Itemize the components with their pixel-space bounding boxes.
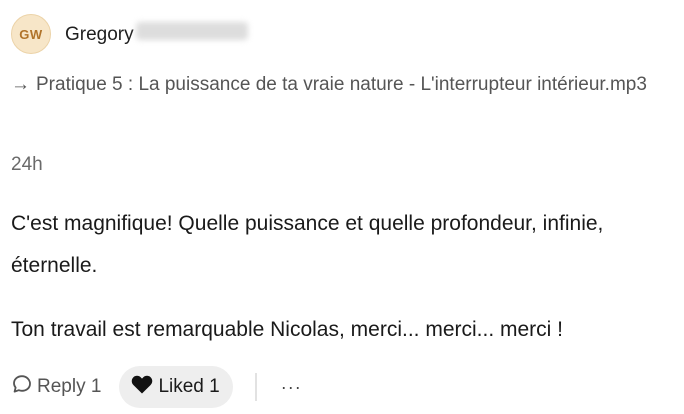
comment-card: GW Gregory → Pratique 5 : La puissance de… <box>0 0 684 414</box>
source-link[interactable]: → Pratique 5 : La puissance de ta vraie n… <box>11 64 671 106</box>
author-first-name[interactable]: Gregory <box>65 24 134 45</box>
comment-header: GW Gregory <box>11 14 248 54</box>
author-last-name-redacted <box>135 22 248 40</box>
liked-label: Liked <box>158 376 204 397</box>
reply-button[interactable]: Reply 1 <box>11 373 101 401</box>
like-count: 1 <box>209 376 220 397</box>
heart-icon <box>130 373 158 401</box>
comment-body: C'est magnifique! Quelle puissance et qu… <box>11 203 676 373</box>
speech-bubble-icon <box>11 373 37 401</box>
divider <box>254 373 257 401</box>
author-name[interactable]: Gregory <box>65 22 248 46</box>
action-bar: Reply 1 Liked 1 ··· <box>11 366 302 408</box>
reply-count: 1 <box>90 376 102 397</box>
timestamp: 24h <box>11 154 43 175</box>
reply-label: Reply <box>37 376 86 397</box>
comment-paragraph: C'est magnifique! Quelle puissance et qu… <box>11 212 604 277</box>
arrow-right-icon: → <box>11 74 30 95</box>
source-title[interactable]: Pratique 5 : La puissance de ta vraie na… <box>36 74 647 95</box>
more-options-button[interactable]: ··· <box>281 378 302 396</box>
like-button[interactable]: Liked 1 <box>119 366 233 408</box>
avatar[interactable]: GW <box>11 14 51 54</box>
comment-paragraph: Ton travail est remarquable Nicolas, mer… <box>11 318 563 341</box>
